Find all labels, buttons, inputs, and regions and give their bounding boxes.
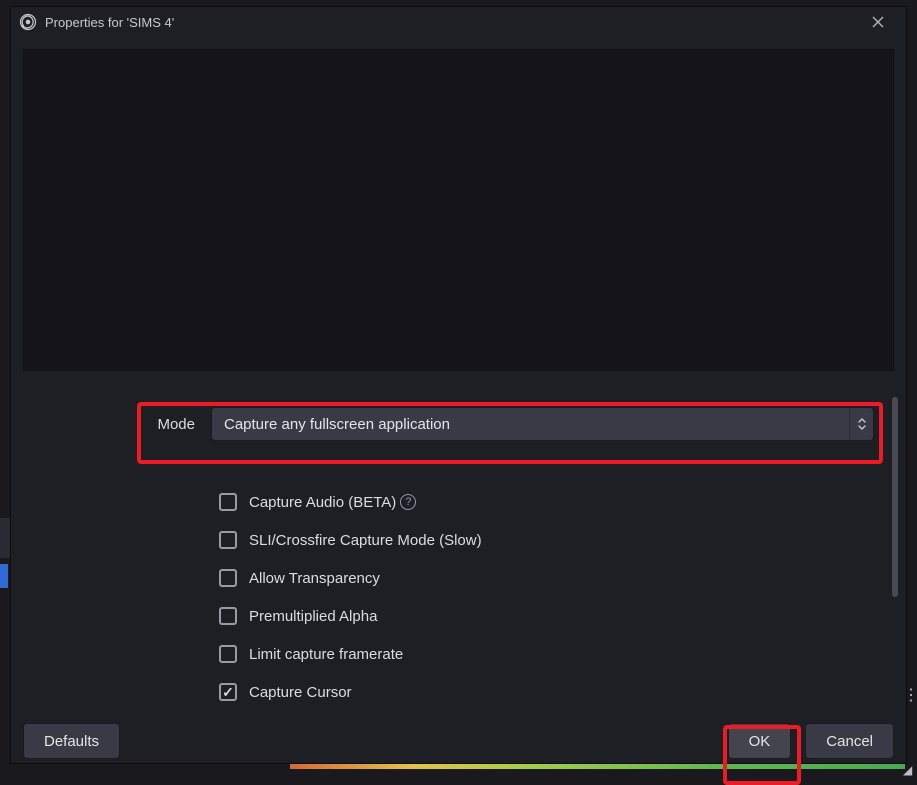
checkbox-label: Limit capture framerate (249, 646, 403, 663)
checkbox-row[interactable]: Allow Transparency (219, 559, 894, 597)
button-bar: Defaults OK Cancel (11, 723, 906, 771)
obs-app-icon (19, 13, 37, 31)
defaults-button[interactable]: Defaults (23, 723, 120, 759)
checkbox[interactable] (219, 531, 237, 549)
checkbox-row[interactable]: Capture Audio (BETA)? (219, 483, 894, 521)
checkbox[interactable] (219, 645, 237, 663)
help-icon[interactable]: ? (400, 494, 416, 510)
settings-panel: Mode Capture any fullscreen application … (23, 385, 894, 711)
scrollbar-thumb[interactable] (892, 397, 898, 597)
checkbox-label: SLI/Crossfire Capture Mode (Slow) (249, 532, 482, 549)
titlebar-text: Properties for 'SIMS 4' (45, 15, 858, 30)
ok-button[interactable]: OK (728, 723, 792, 759)
dialog-body: Mode Capture any fullscreen application … (11, 37, 906, 723)
checkbox-label: Allow Transparency (249, 570, 380, 587)
close-icon (872, 16, 884, 28)
checkbox-label: Capture Audio (BETA)? (249, 494, 416, 511)
checkbox[interactable] (219, 493, 237, 511)
source-preview (23, 49, 894, 371)
cancel-button[interactable]: Cancel (805, 723, 894, 759)
checkbox-group: Capture Audio (BETA)? SLI/Crossfire Captu… (219, 483, 894, 711)
checkbox[interactable] (219, 569, 237, 587)
properties-dialog: Properties for 'SIMS 4' Mode Capture any… (10, 6, 907, 764)
checkbox-row[interactable]: Capture Cursor (219, 673, 894, 711)
close-button[interactable] (858, 7, 898, 37)
checkbox[interactable] (219, 607, 237, 625)
titlebar[interactable]: Properties for 'SIMS 4' (11, 7, 906, 37)
checkbox-label: Capture Cursor (249, 684, 352, 701)
checkbox-row[interactable]: SLI/Crossfire Capture Mode (Slow) (219, 521, 894, 559)
mode-dropdown[interactable]: Capture any fullscreen application (211, 407, 874, 441)
background-selection-fragment (0, 564, 8, 588)
checkbox-label: Premultiplied Alpha (249, 608, 377, 625)
dropdown-stepper-icon (849, 408, 873, 440)
checkbox-row[interactable]: Premultiplied Alpha (219, 597, 894, 635)
mode-row: Mode Capture any fullscreen application (31, 399, 886, 449)
checkbox[interactable] (219, 683, 237, 701)
checkbox-row[interactable]: Limit capture framerate (219, 635, 894, 673)
mode-label: Mode (35, 416, 211, 433)
mode-dropdown-value: Capture any fullscreen application (212, 416, 849, 433)
